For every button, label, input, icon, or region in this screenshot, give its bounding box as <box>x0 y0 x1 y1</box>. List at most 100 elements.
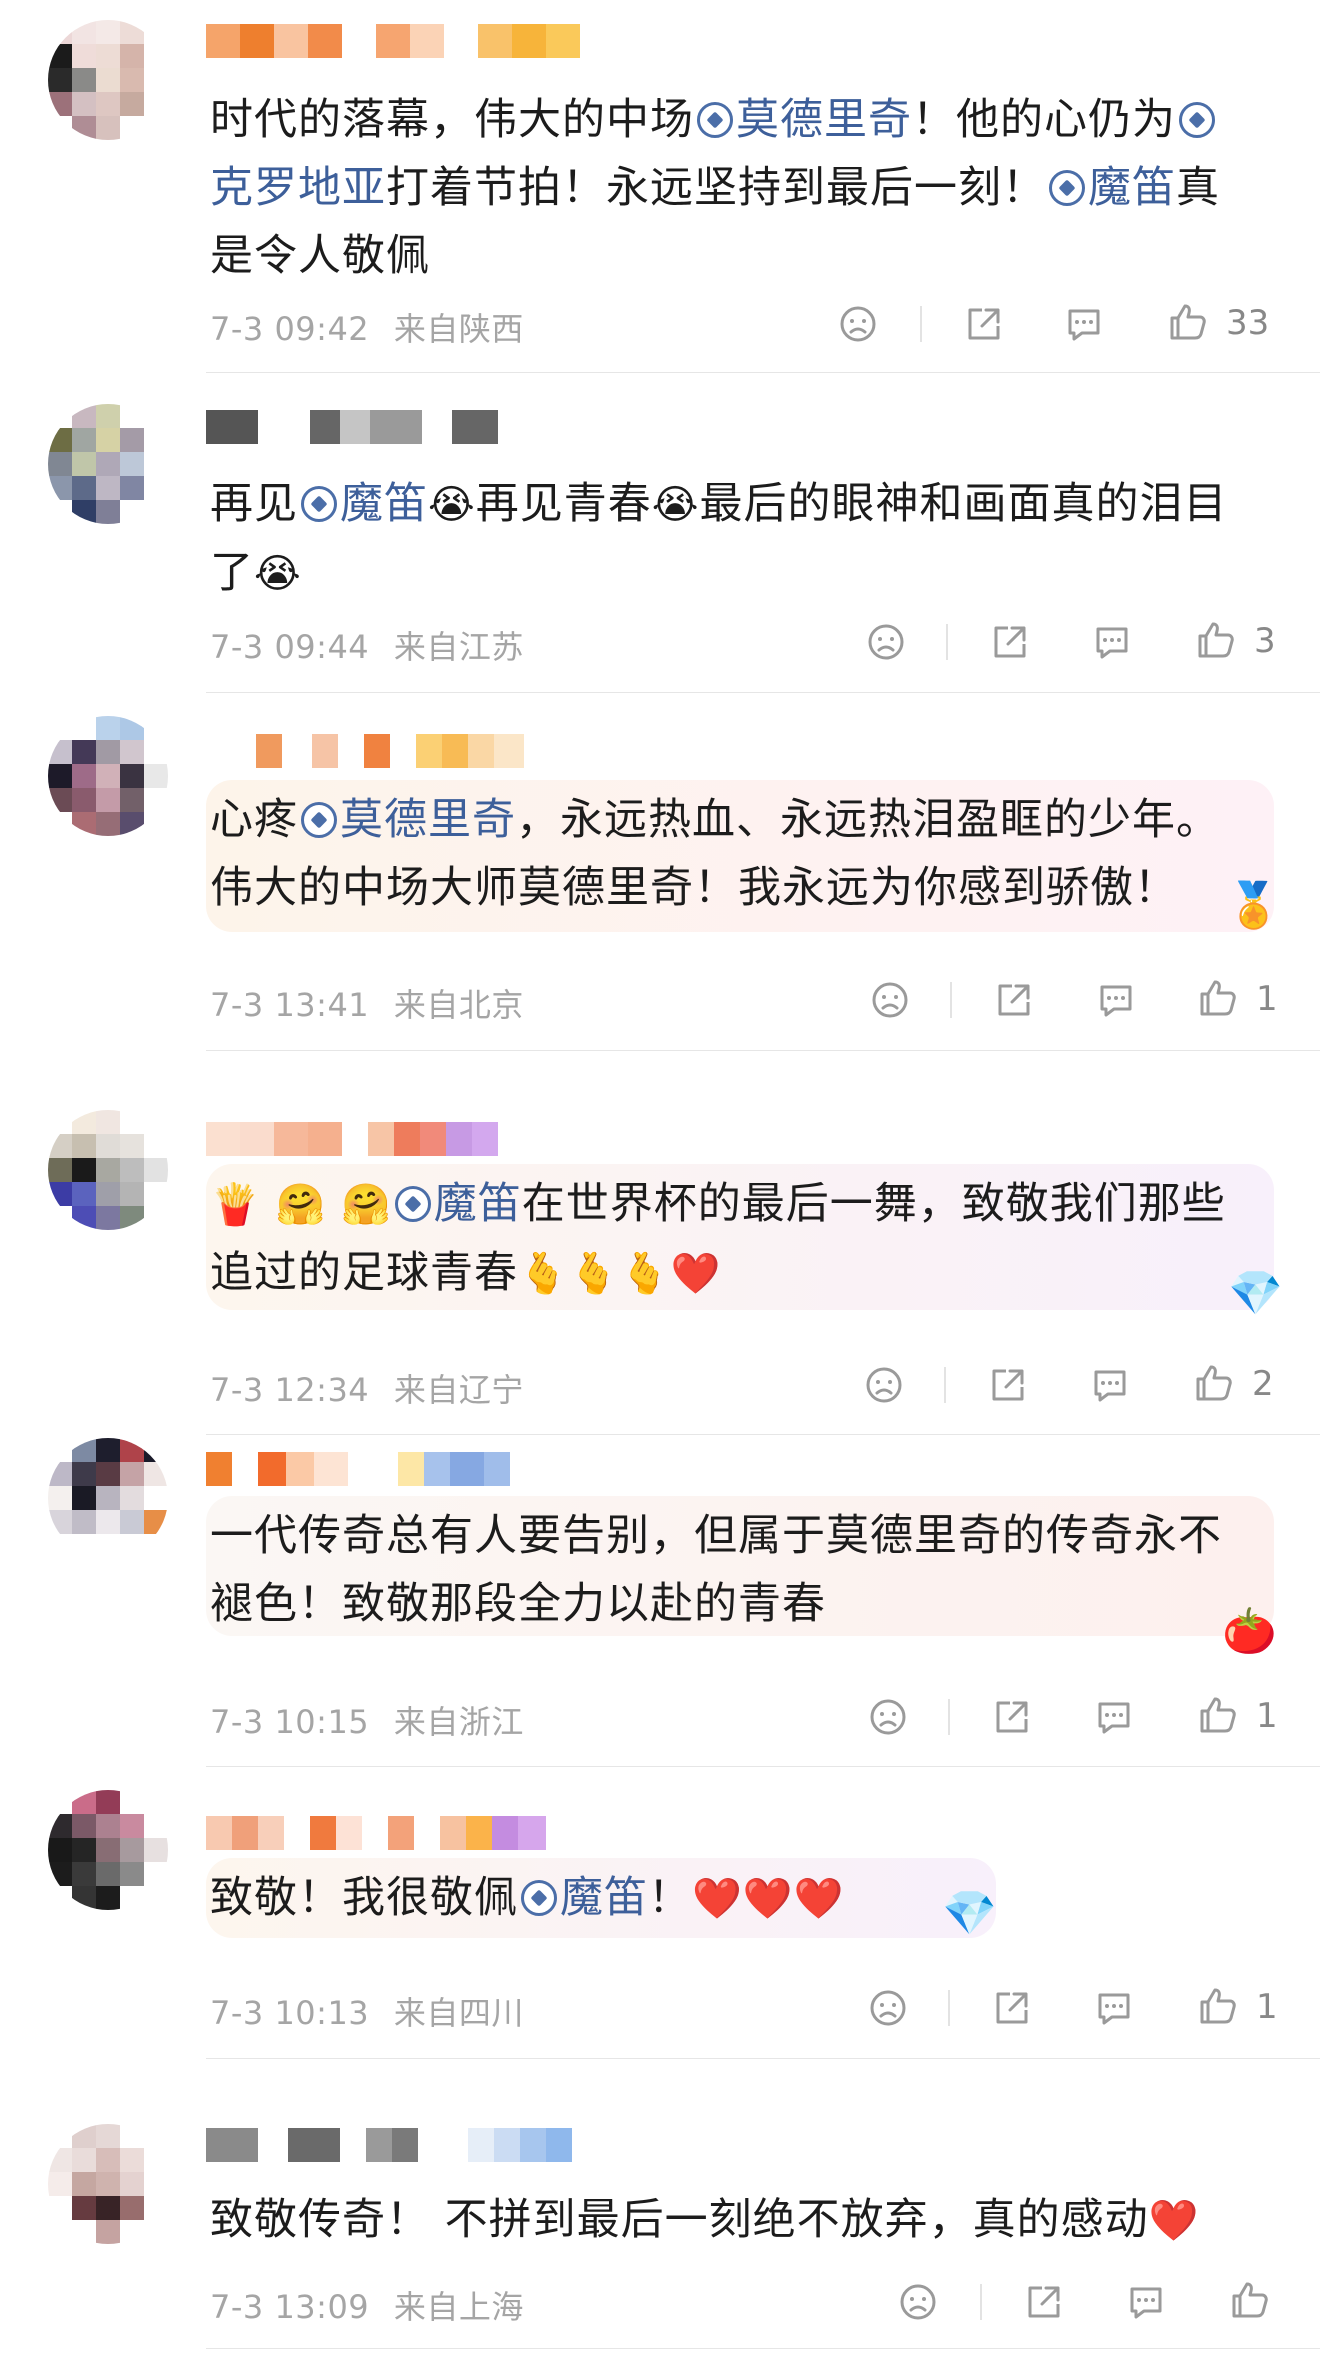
dislike-icon[interactable] <box>896 2280 940 2324</box>
comment-text-segment: 一代传奇总有人要告别，但属于莫德里奇的传奇永不褪色！致敬那段全力以赴的青春 <box>210 1511 1222 1629</box>
topic-link[interactable]: 魔笛 <box>340 479 428 529</box>
comment-icon[interactable] <box>1092 1986 1136 2030</box>
username-blurred[interactable] <box>206 1446 510 1494</box>
divider <box>206 1434 1320 1435</box>
emoji: ❤️ <box>670 1251 722 1297</box>
football-icon <box>1049 170 1085 206</box>
divider <box>946 624 948 660</box>
dislike-icon[interactable] <box>866 1695 910 1739</box>
like-count: 1 <box>1256 1696 1278 1736</box>
comment-meta: 7-3 13:41 来自北京 <box>210 980 524 1026</box>
comment-time: 7-3 10:13 <box>210 1994 370 2032</box>
topic-link[interactable]: 魔笛 <box>560 1873 648 1923</box>
comment-icon[interactable] <box>1124 2280 1168 2324</box>
divider <box>950 982 952 1018</box>
comment-text-segment: ！他的心仍为 <box>912 95 1176 145</box>
like-icon[interactable] <box>1194 618 1238 662</box>
dislike-icon[interactable] <box>864 620 908 664</box>
emoji: 🫰 <box>568 1251 620 1297</box>
username-blurred[interactable] <box>206 404 498 452</box>
share-icon[interactable] <box>1022 2280 1066 2324</box>
comment-location: 来自江苏 <box>393 628 524 666</box>
emoji: 🫰 <box>518 1251 569 1297</box>
comment-icon[interactable] <box>1094 978 1138 1022</box>
football-icon <box>301 486 337 522</box>
emoji: ❤️ <box>742 1876 794 1922</box>
like-icon[interactable] <box>1192 1361 1236 1405</box>
divider <box>980 2284 982 2320</box>
topic-link[interactable]: 魔笛 <box>434 1179 522 1229</box>
like-icon[interactable] <box>1166 300 1210 344</box>
share-icon[interactable] <box>986 1363 1030 1407</box>
avatar[interactable] <box>48 1438 168 1558</box>
comment-icon[interactable] <box>1062 302 1106 346</box>
like-icon[interactable] <box>1228 2278 1272 2322</box>
like-count: 2 <box>1252 1364 1274 1404</box>
comment-icon[interactable] <box>1092 1695 1136 1739</box>
avatar[interactable] <box>48 1110 168 1230</box>
share-icon[interactable] <box>990 1986 1034 2030</box>
comment-location: 来自北京 <box>393 986 524 1024</box>
share-icon[interactable] <box>992 978 1036 1022</box>
comment-time: 7-3 13:41 <box>210 986 370 1024</box>
like-count: 3 <box>1254 621 1276 661</box>
avatar[interactable] <box>48 1790 168 1910</box>
comment-text: 🍟 🤗 🤗 魔笛在世界杯的最后一舞，致敬我们那些追过的足球青春🫰🫰🫰❤️ <box>210 1170 1250 1308</box>
comment-location: 来自陕西 <box>393 310 524 348</box>
like-icon[interactable] <box>1196 1984 1240 2028</box>
comment-meta: 7-3 13:09 来自上海 <box>210 2282 524 2328</box>
divider <box>944 1367 946 1403</box>
avatar[interactable] <box>48 2124 168 2244</box>
comment-text-segment: 再见 <box>210 479 298 529</box>
comment-meta: 7-3 09:42 来自陕西 <box>210 304 524 350</box>
divider <box>206 692 1320 693</box>
comment-icon[interactable] <box>1090 620 1134 664</box>
emoji: ❤️ <box>1148 2198 1200 2244</box>
comment-text-segment <box>326 1179 341 1229</box>
divider <box>206 2058 1320 2059</box>
comment-text: 时代的落幕，伟大的中场 莫德里奇！他的心仍为克罗地亚打着节拍！永远坚持到最后一刻！… <box>210 86 1250 290</box>
share-icon[interactable] <box>988 620 1032 664</box>
avatar[interactable] <box>48 716 168 836</box>
dislike-icon[interactable] <box>836 302 880 346</box>
topic-link[interactable]: 莫德里奇 <box>736 95 912 145</box>
like-icon[interactable] <box>1196 976 1240 1020</box>
share-icon[interactable] <box>990 1695 1034 1739</box>
like-icon[interactable] <box>1196 1693 1240 1737</box>
dislike-icon[interactable] <box>866 1986 910 2030</box>
emoji: 🍟 <box>210 1182 261 1228</box>
username-blurred[interactable] <box>206 1810 546 1858</box>
comment-meta: 7-3 12:34 来自辽宁 <box>210 1365 524 1411</box>
comment-icon[interactable] <box>1088 1363 1132 1407</box>
comment-location: 来自四川 <box>393 1994 524 2032</box>
comment-text: 心疼 莫德里奇，永远热血、永远热泪盈眶的少年。伟大的中场大师莫德里奇！我永远为你感… <box>210 786 1250 922</box>
divider <box>206 372 1320 373</box>
comment-text: 一代传奇总有人要告别，但属于莫德里奇的传奇永不褪色！致敬那段全力以赴的青春 <box>210 1502 1250 1638</box>
comment-text: 再见 魔笛😭再见青春😭最后的眼神和画面真的泪目了😭 <box>210 470 1250 608</box>
football-icon <box>1179 102 1215 138</box>
username-blurred[interactable] <box>206 728 524 776</box>
topic-link[interactable]: 魔笛 <box>1088 163 1176 213</box>
dislike-icon[interactable] <box>862 1363 906 1407</box>
username-blurred[interactable] <box>206 1116 498 1164</box>
avatar[interactable] <box>48 404 168 524</box>
username-blurred[interactable] <box>206 2122 572 2170</box>
emoji: 😭 <box>254 551 302 597</box>
football-icon <box>394 1186 431 1222</box>
username-blurred[interactable] <box>206 18 580 66</box>
comment-time: 7-3 13:09 <box>210 2288 370 2326</box>
avatar[interactable] <box>48 20 168 140</box>
comment-location: 来自辽宁 <box>393 1371 524 1409</box>
topic-link[interactable]: 莫德里奇 <box>340 795 516 845</box>
comment-text-segment: 打着节拍！永远坚持到最后一刻！ <box>386 163 1046 213</box>
share-icon[interactable] <box>962 302 1006 346</box>
emoji: 😭 <box>428 482 476 528</box>
emoji: ❤️ <box>692 1876 743 1922</box>
comment-text: 致敬传奇！ 不拼到最后一刻绝不放弃，真的感动❤️ <box>210 2186 1250 2255</box>
divider <box>920 306 922 342</box>
like-count: 33 <box>1226 303 1270 343</box>
comment-meta: 7-3 10:13 来自四川 <box>210 1988 524 2034</box>
topic-link[interactable]: 克罗地亚 <box>210 163 386 213</box>
dislike-icon[interactable] <box>868 978 912 1022</box>
comment-meta: 7-3 09:44 来自江苏 <box>210 622 524 668</box>
